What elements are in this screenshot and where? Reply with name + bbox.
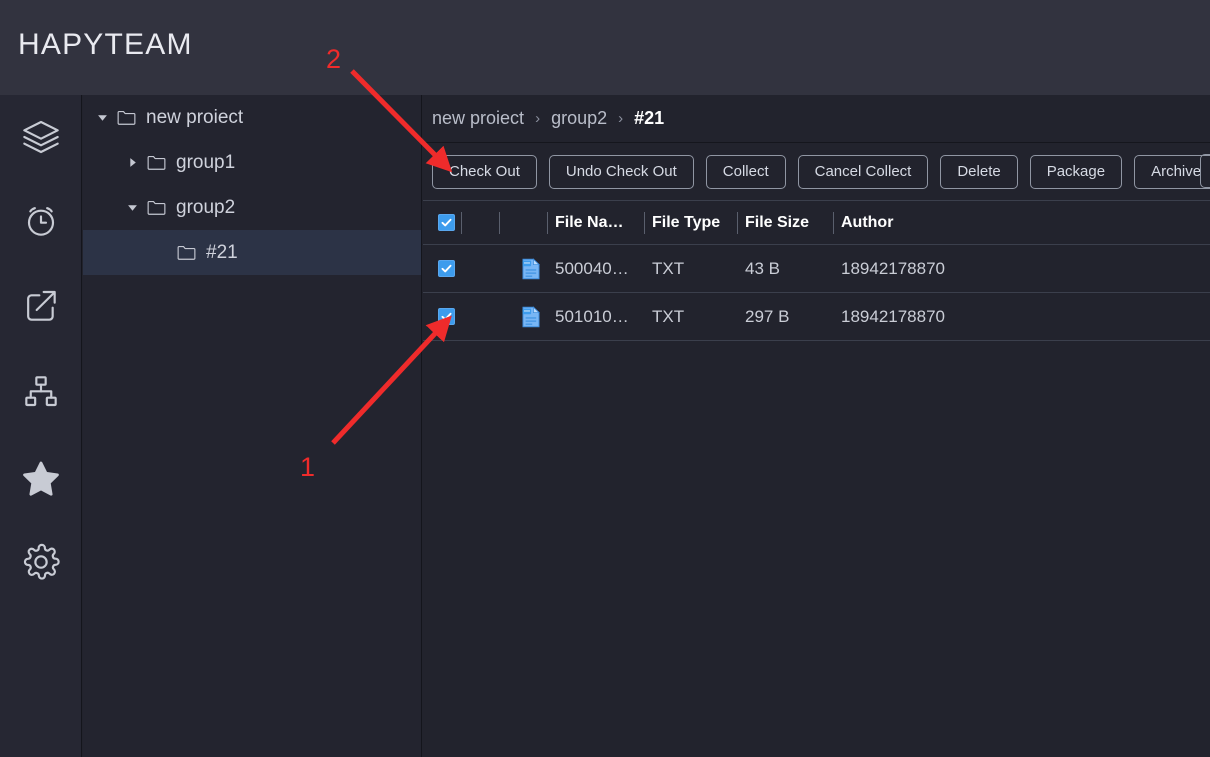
chevron-down-icon[interactable] [123,199,141,217]
breadcrumb-item-2: #21 [634,108,665,128]
star-icon [20,457,62,499]
toolbar-button-archive[interactable]: Archive [1134,154,1210,189]
left-icon-rail [0,95,82,757]
tree-node-label: group1 [176,152,236,173]
header-author[interactable]: Author [833,211,1021,234]
cell-file-size: 43 B [745,258,780,278]
breadcrumb-separator-icon: › [618,110,624,127]
breadcrumb: new proiect › group2 › #21 [423,95,1210,143]
header-file-type[interactable]: File Type [644,211,745,234]
row-checkbox[interactable] [437,308,455,325]
tree-node--21[interactable]: #21 [83,230,421,275]
sitemap-icon [21,372,61,412]
tree-node-label: new proiect [146,107,244,128]
tree-node-label: group2 [176,197,236,218]
breadcrumb-separator-icon: › [535,110,541,127]
tree-node-label: #21 [206,242,238,263]
main-content: new proiect › group2 › #21 Check Out Undo Che… [423,95,1210,757]
rail-item-organization[interactable] [0,366,82,418]
table-row[interactable]: 501010… TXT 297 B 18942178870 [423,293,1210,341]
header-file-name[interactable]: File Na… [547,211,652,234]
cell-file-size: 297 B [745,306,790,326]
select-all-checkbox-cell [423,214,469,231]
tree-node-new-proiect[interactable]: new proiect [83,95,421,140]
table-header-row: File Na… File Type File Size Author [423,200,1210,245]
text-file-icon [507,305,555,328]
chevron-right-icon[interactable] [123,154,141,172]
toolbar-button-cancel-collect[interactable]: Cancel Collect [797,154,929,189]
share-export-icon [21,286,61,326]
toolbar-button-overflow[interactable] [1200,154,1210,188]
cell-file-type: TXT [652,306,685,326]
file-table: File Na… File Type File Size Author 5000… [423,200,1210,341]
toolbar-button-package[interactable]: Package [1029,154,1123,189]
row-checkbox[interactable] [437,260,455,277]
rail-item-favorites[interactable] [0,452,82,504]
text-file-icon [507,257,555,280]
table-row[interactable]: 500040… TXT 43 B 18942178870 [423,245,1210,293]
toolbar-button-undo-check-out[interactable]: Undo Check Out [548,154,694,189]
row-checkbox-cell [423,260,469,277]
select-all-checkbox[interactable] [437,214,455,231]
folder-icon [175,244,197,261]
folder-icon [145,154,167,171]
app-brand-title: HAPYTEAM [18,28,193,61]
tree-node-group2[interactable]: group2 [83,185,421,230]
action-toolbar: Check Out Undo Check Out Collect Cancel Col… [423,143,1210,200]
toolbar-button-check-out[interactable]: Check Out [432,154,537,189]
breadcrumb-item-0[interactable]: new proiect [432,108,524,129]
app-root: HAPYTEAM new proiect group1 group2 #21 n… [0,0,1210,757]
cell-file-name: 501010… [555,306,629,326]
folder-icon [115,109,137,126]
rail-item-layers[interactable] [0,111,82,163]
project-tree: new proiect group1 group2 #21 [83,95,421,275]
rail-item-settings[interactable] [0,536,82,588]
cell-author: 18942178870 [841,258,946,278]
app-header: HAPYTEAM [0,0,1210,95]
tree-node-group1[interactable]: group1 [83,140,421,185]
project-tree-panel: new proiect group1 group2 #21 [83,95,422,757]
rail-item-share[interactable] [0,280,82,332]
cell-author: 18942178870 [841,306,946,326]
row-checkbox-cell [423,308,469,325]
alarm-clock-icon [21,201,61,241]
breadcrumb-item-1[interactable]: group2 [551,108,607,129]
toolbar-button-collect[interactable]: Collect [705,154,786,189]
cell-file-type: TXT [652,258,685,278]
annotation-label-2: 2 [326,44,342,74]
annotation-label-1: 1 [300,452,316,482]
table-body: 500040… TXT 43 B 18942178870 501010… TXT 297 B… [423,245,1210,341]
header-file-size[interactable]: File Size [737,211,841,234]
chevron-down-icon[interactable] [93,109,111,127]
layers-icon [21,117,61,157]
rail-item-recent[interactable] [0,195,82,247]
gear-icon [21,542,61,582]
folder-icon [145,199,167,216]
cell-file-name: 500040… [555,258,629,278]
toolbar-button-delete[interactable]: Delete [940,154,1018,189]
